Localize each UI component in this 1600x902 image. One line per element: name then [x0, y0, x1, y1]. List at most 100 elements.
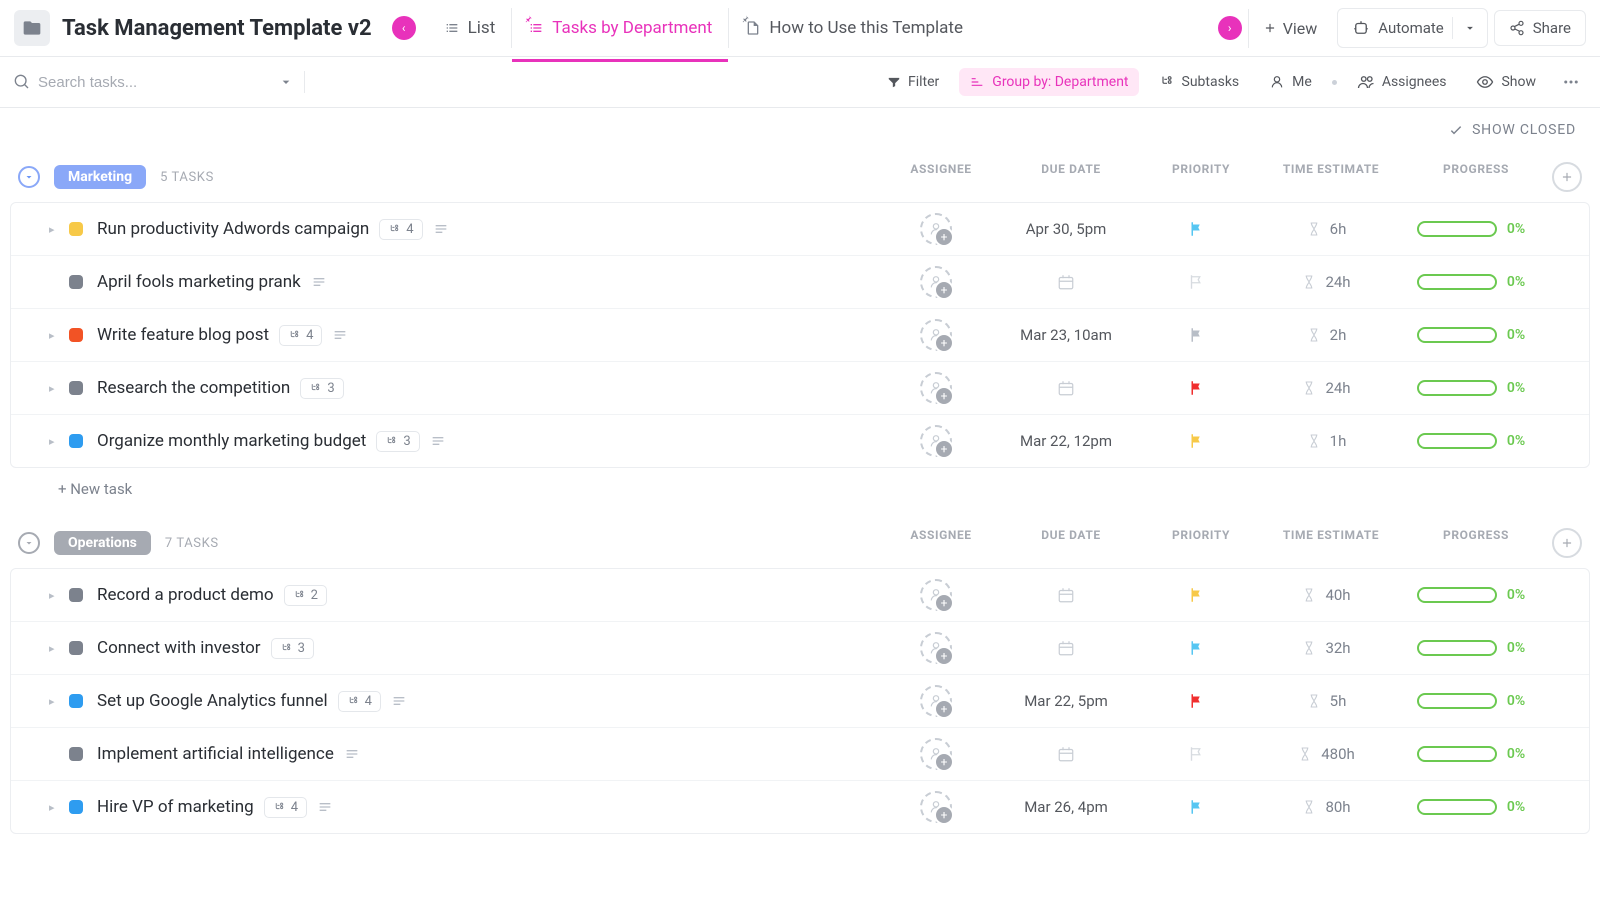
view-tab[interactable]: How to Use this Template	[728, 8, 979, 48]
col-estimate[interactable]: TIME ESTIMATE	[1256, 528, 1406, 558]
show-closed-button[interactable]: SHOW CLOSED	[1448, 122, 1576, 138]
more-options-button[interactable]	[1556, 67, 1586, 97]
expand-caret[interactable]: ▸	[49, 329, 59, 342]
status-indicator[interactable]	[69, 800, 83, 814]
task-row[interactable]: April fools marketing prank 24h 0%	[11, 255, 1589, 308]
col-progress[interactable]: PROGRESS	[1406, 162, 1546, 192]
subtask-badge[interactable]: 4	[264, 797, 307, 818]
priority-cell[interactable]	[1141, 326, 1251, 344]
priority-cell[interactable]	[1141, 586, 1251, 604]
task-row[interactable]: ▸ Hire VP of marketing 4 Mar 26, 4pm 80h…	[11, 780, 1589, 833]
estimate-cell[interactable]: 2h	[1251, 326, 1401, 344]
nav-next-button[interactable]: ›	[1218, 16, 1242, 40]
due-date-cell[interactable]	[991, 639, 1141, 657]
task-title[interactable]: Connect with investor	[97, 638, 261, 658]
estimate-cell[interactable]: 5h	[1251, 692, 1401, 710]
estimate-cell[interactable]: 24h	[1251, 273, 1401, 291]
filter-button[interactable]: Filter	[877, 68, 949, 96]
assignee-avatar[interactable]	[920, 213, 952, 245]
col-assignee[interactable]: ASSIGNEE	[886, 528, 996, 558]
status-indicator[interactable]	[69, 588, 83, 602]
search-dropdown-caret[interactable]	[278, 74, 294, 90]
group-chip[interactable]: Marketing	[54, 165, 146, 189]
task-title[interactable]: Hire VP of marketing	[97, 797, 254, 817]
col-estimate[interactable]: TIME ESTIMATE	[1256, 162, 1406, 192]
description-icon[interactable]	[391, 693, 407, 709]
description-icon[interactable]	[433, 221, 449, 237]
priority-cell[interactable]	[1141, 639, 1251, 657]
col-assignee[interactable]: ASSIGNEE	[886, 162, 996, 192]
assignee-avatar[interactable]	[920, 579, 952, 611]
task-title[interactable]: Organize monthly marketing budget	[97, 431, 366, 451]
estimate-cell[interactable]: 6h	[1251, 220, 1401, 238]
assignees-button[interactable]: Assignees	[1347, 67, 1457, 97]
view-tab[interactable]: List	[428, 8, 512, 48]
add-column-button[interactable]	[1552, 528, 1582, 558]
progress-cell[interactable]: 0%	[1401, 799, 1541, 815]
expand-caret[interactable]: ▸	[49, 435, 59, 448]
progress-cell[interactable]: 0%	[1401, 640, 1541, 656]
expand-caret[interactable]: ▸	[49, 801, 59, 814]
new-task-button[interactable]: + New task	[10, 468, 1590, 510]
task-title[interactable]: Write feature blog post	[97, 325, 269, 345]
assignee-avatar[interactable]	[920, 266, 952, 298]
priority-cell[interactable]	[1141, 692, 1251, 710]
task-row[interactable]: ▸ Research the competition 3 24h 0%	[11, 361, 1589, 414]
col-due[interactable]: DUE DATE	[996, 162, 1146, 192]
expand-caret[interactable]: ▸	[49, 223, 59, 236]
description-icon[interactable]	[311, 274, 327, 290]
status-indicator[interactable]	[69, 222, 83, 236]
estimate-cell[interactable]: 1h	[1251, 432, 1401, 450]
assignee-avatar[interactable]	[920, 685, 952, 717]
task-row[interactable]: ▸ Run productivity Adwords campaign 4 Ap…	[11, 203, 1589, 255]
assignee-avatar[interactable]	[920, 372, 952, 404]
task-title[interactable]: Run productivity Adwords campaign	[97, 219, 369, 239]
folder-icon[interactable]	[14, 10, 50, 46]
assignee-avatar[interactable]	[920, 425, 952, 457]
col-priority[interactable]: PRIORITY	[1146, 162, 1256, 192]
expand-caret[interactable]: ▸	[49, 382, 59, 395]
progress-cell[interactable]: 0%	[1401, 693, 1541, 709]
task-title[interactable]: Set up Google Analytics funnel	[97, 691, 328, 711]
estimate-cell[interactable]: 32h	[1251, 639, 1401, 657]
assignee-avatar[interactable]	[920, 319, 952, 351]
automate-caret[interactable]	[1452, 17, 1487, 39]
status-indicator[interactable]	[69, 747, 83, 761]
priority-cell[interactable]	[1141, 273, 1251, 291]
description-icon[interactable]	[344, 746, 360, 762]
view-tab[interactable]: Tasks by Department	[511, 8, 728, 48]
automate-button[interactable]: Automate	[1337, 8, 1487, 48]
status-indicator[interactable]	[69, 434, 83, 448]
progress-cell[interactable]: 0%	[1401, 380, 1541, 396]
share-button[interactable]: Share	[1494, 10, 1586, 46]
subtask-badge[interactable]: 4	[279, 325, 322, 346]
status-indicator[interactable]	[69, 275, 83, 289]
status-indicator[interactable]	[69, 694, 83, 708]
subtask-badge[interactable]: 3	[271, 638, 314, 659]
description-icon[interactable]	[317, 799, 333, 815]
task-row[interactable]: ▸ Set up Google Analytics funnel 4 Mar 2…	[11, 674, 1589, 727]
estimate-cell[interactable]: 480h	[1251, 745, 1401, 763]
progress-cell[interactable]: 0%	[1401, 274, 1541, 290]
due-date-cell[interactable]: Mar 26, 4pm	[991, 798, 1141, 816]
expand-caret[interactable]: ▸	[49, 589, 59, 602]
priority-cell[interactable]	[1141, 220, 1251, 238]
priority-cell[interactable]	[1141, 798, 1251, 816]
task-title[interactable]: April fools marketing prank	[97, 272, 301, 292]
due-date-cell[interactable]: Mar 22, 12pm	[991, 432, 1141, 450]
add-column-button[interactable]	[1552, 162, 1582, 192]
estimate-cell[interactable]: 24h	[1251, 379, 1401, 397]
assignee-avatar[interactable]	[920, 791, 952, 823]
show-button[interactable]: Show	[1466, 67, 1546, 97]
status-indicator[interactable]	[69, 381, 83, 395]
add-view-button[interactable]: View	[1248, 9, 1332, 48]
expand-caret[interactable]: ▸	[49, 642, 59, 655]
task-row[interactable]: ▸ Organize monthly marketing budget 3 Ma…	[11, 414, 1589, 467]
col-progress[interactable]: PROGRESS	[1406, 528, 1546, 558]
progress-cell[interactable]: 0%	[1401, 221, 1541, 237]
due-date-cell[interactable]	[991, 379, 1141, 397]
description-icon[interactable]	[430, 433, 446, 449]
collapse-button[interactable]	[18, 532, 40, 554]
task-row[interactable]: ▸ Write feature blog post 4 Mar 23, 10am…	[11, 308, 1589, 361]
assignee-avatar[interactable]	[920, 632, 952, 664]
